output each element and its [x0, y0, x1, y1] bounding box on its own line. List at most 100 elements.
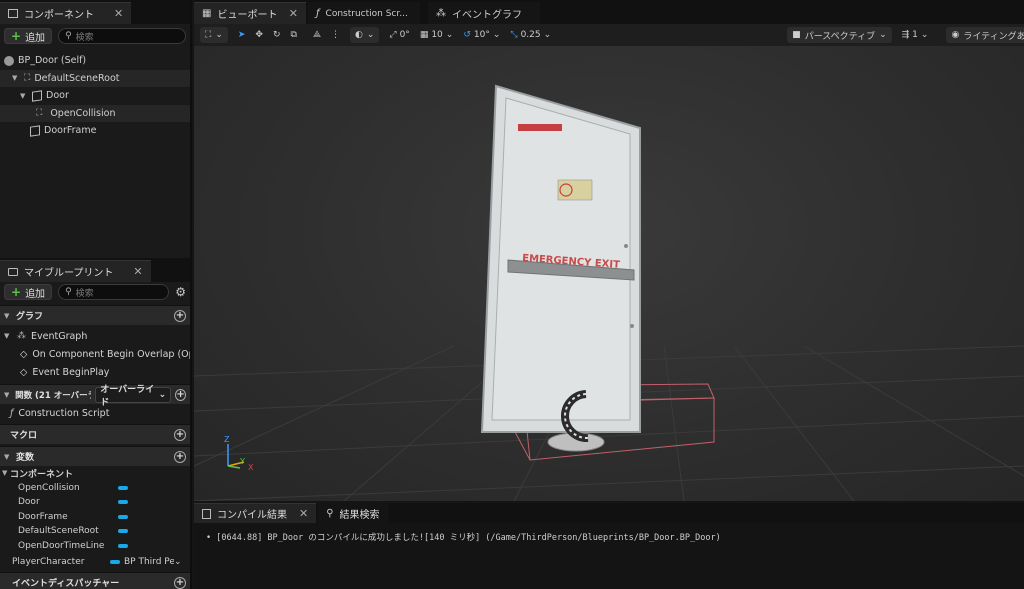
move-icon[interactable]: ✥ [255, 30, 263, 40]
expand-arrow-icon[interactable]: ▼ [4, 453, 12, 461]
rotation-snap-toggle[interactable]: ⤢ 0° [389, 30, 409, 40]
chevron-down-icon: ⌄ [366, 30, 375, 40]
tree-item-default-scene-root[interactable]: ▼ ⛶ DefaultSceneRoot [0, 69, 190, 87]
variable-type-pill [118, 529, 128, 534]
expand-arrow-icon[interactable]: ▼ [12, 74, 20, 82]
more-icon[interactable]: ⋮ [331, 30, 340, 40]
add-component-button[interactable]: + 追加 [4, 28, 53, 44]
scale-snap-toggle[interactable]: ⤡ 0.25 ⌄ [510, 30, 551, 40]
variable-row[interactable]: Door [0, 495, 190, 510]
expand-arrow-icon[interactable]: ▼ [20, 92, 28, 100]
tab-construction-script[interactable]: ƒ Construction Scr... [308, 2, 420, 24]
expand-arrow-icon[interactable]: ▼ [4, 332, 12, 340]
tree-item-bp-door[interactable]: BP_Door (Self) [0, 52, 190, 70]
world-icon: ◐ [354, 30, 363, 40]
tab-components[interactable]: コンポーネント ✕ [0, 2, 132, 24]
add-graph-button[interactable]: + [174, 309, 186, 322]
tab-compile-results[interactable]: コンパイル結果 ✕ [194, 503, 317, 523]
search-icon: ⚲ [326, 508, 334, 519]
functions-header: 関数 (21 オーバーライ [15, 390, 91, 401]
variable-row[interactable]: OpenCollision [0, 481, 190, 496]
variable-row[interactable]: DefaultSceneRoot [0, 524, 190, 539]
variables-category[interactable]: ▼ 変数 + [0, 446, 190, 466]
event-item[interactable]: ◇ Event BeginPlay [0, 363, 190, 381]
view-mode-dropdown[interactable]: ◉ ライティングあ [946, 27, 1024, 43]
expand-arrow-icon[interactable]: ▼ [4, 391, 11, 399]
viewport-icon: ▦ [202, 8, 212, 19]
my-blueprint-search-input[interactable]: ⚲ 検索 [58, 284, 170, 300]
tree-item-door-frame[interactable]: DoorFrame [0, 122, 190, 140]
macros-category[interactable]: マクロ + [0, 424, 190, 444]
tab-event-graph[interactable]: ⁂ イベントグラフ [428, 2, 540, 24]
coordinate-system-dropdown[interactable]: ◐ ⌄ [349, 27, 380, 43]
camera-speed-icon: ⇶ [901, 30, 910, 40]
variable-type-pill [118, 543, 128, 548]
blueprint-icon [4, 55, 14, 66]
event-dispatchers-category[interactable]: イベントディスパッチャー + [0, 572, 190, 589]
grid-snap-toggle[interactable]: ▦ 10 ⌄ [420, 30, 454, 40]
compile-icon [202, 508, 211, 519]
variable-name: Door [18, 497, 40, 508]
event-graph-item[interactable]: ▼ ⁂ EventGraph [0, 327, 190, 345]
collision-icon: ⛶ [36, 108, 43, 119]
tree-item-label: OpenCollision [50, 107, 116, 119]
rotate-icon[interactable]: ↻ [273, 30, 281, 40]
variable-row[interactable]: DoorFrame [0, 510, 190, 525]
add-function-button[interactable]: + [175, 388, 186, 401]
door-mesh[interactable]: EMERGENCY EXIT [480, 84, 641, 433]
add-variable-button[interactable]: + [174, 450, 186, 463]
construction-script-item[interactable]: ƒ Construction Script [0, 404, 190, 422]
close-icon[interactable]: ✕ [114, 7, 123, 20]
editor-main: ▦ ビューポート ✕ ƒ Construction Scr... ⁂ イベントグ… [194, 0, 1024, 589]
select-mode-dropdown[interactable]: ⛶ ⌄ [200, 27, 228, 43]
my-blueprint-tabbar: マイブループリント ✕ [0, 258, 190, 282]
my-blueprint-body: + 追加 ⚲ 検索 ⚙ ▼ グラフ + ▼ ⁂ EventGraph ◇ On … [0, 282, 190, 589]
event-diamond-icon: ◇ [20, 348, 28, 360]
no-smoking-sign [557, 179, 593, 201]
graph-icon: ⁂ [17, 331, 26, 341]
event-graph-label: EventGraph [31, 330, 88, 342]
lighting-label: ライティングあ [963, 31, 1024, 42]
graphs-category[interactable]: ▼ グラフ + [0, 305, 190, 325]
door-hinge [624, 244, 628, 248]
variable-row[interactable]: OpenDoorTimeLine [0, 539, 190, 554]
tab-find-results[interactable]: ⚲ 結果検索 [318, 503, 388, 523]
chevron-down-icon: ⌄ [543, 30, 552, 40]
scale-icon[interactable]: ⧉ [291, 30, 297, 40]
tree-item-open-collision[interactable]: ⛶ OpenCollision [0, 104, 190, 122]
variable-row-player-character[interactable]: PlayerCharacter BP Third Pe ⌄ [0, 553, 190, 570]
plus-icon: + [11, 285, 22, 299]
gear-icon[interactable]: ⚙ [175, 285, 186, 299]
tree-item-door[interactable]: ▼ Door [0, 87, 190, 105]
tab-viewport[interactable]: ▦ ビューポート ✕ [194, 2, 306, 24]
log-line[interactable]: [0644.88] BP_Door のコンパイルに成功しました![140 ミリ秒… [216, 533, 720, 543]
surface-snap-icon[interactable]: ⟁ [313, 30, 321, 40]
angle-snap-toggle[interactable]: ↺ 10° ⌄ [463, 30, 500, 40]
close-icon[interactable]: ✕ [299, 507, 308, 520]
mesh-icon [32, 90, 42, 102]
components-tab-label: コンポーネント [24, 10, 94, 21]
variable-name: OpenCollision [18, 482, 80, 493]
3d-viewport[interactable]: EMERGENCY EXIT Z Y X [194, 46, 1024, 501]
functions-category[interactable]: ▼ 関数 (21 オーバーライ オーバーライド ⌄ + [0, 384, 190, 408]
camera-speed-dropdown[interactable]: ⇶ 1 ⌄ [902, 30, 929, 40]
compile-log: • [0644.88] BP_Door のコンパイルに成功しました![140 ミ… [194, 523, 1024, 543]
components-variable-category[interactable]: ▼ コンポーネント [0, 466, 190, 481]
override-dropdown[interactable]: オーバーライド ⌄ [95, 385, 172, 408]
close-icon[interactable]: ✕ [133, 265, 142, 278]
select-arrow-icon[interactable]: ➤ [238, 30, 246, 40]
components-search-input[interactable]: ⚲ 検索 [58, 28, 186, 44]
expand-arrow-icon[interactable]: ▼ [2, 469, 10, 477]
scale-snap-value: 0.25 [520, 30, 541, 40]
search-icon: ⚲ [65, 287, 72, 297]
expand-arrow-icon[interactable]: ▼ [4, 312, 12, 320]
event-item[interactable]: ◇ On Component Begin Overlap (OpenC [0, 345, 190, 363]
log-bullet: • [206, 533, 212, 543]
perspective-dropdown[interactable]: ■ パースペクティブ ⌄ [787, 27, 892, 43]
add-member-button[interactable]: + 追加 [4, 284, 53, 300]
close-icon[interactable]: ✕ [289, 7, 298, 20]
chevron-down-icon[interactable]: ⌄ [174, 557, 182, 567]
add-dispatcher-button[interactable]: + [174, 576, 186, 589]
tab-my-blueprint[interactable]: マイブループリント ✕ [0, 260, 151, 282]
add-macro-button[interactable]: + [174, 428, 186, 441]
